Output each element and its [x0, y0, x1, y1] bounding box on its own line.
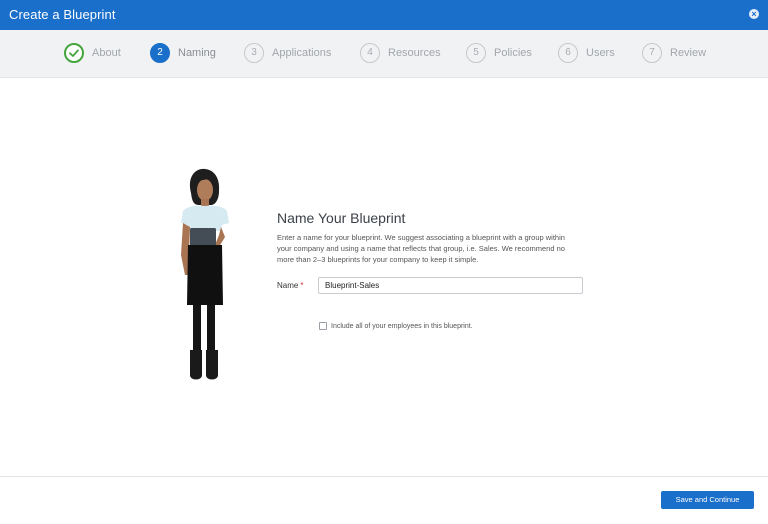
- step-review[interactable]: 7 Review: [642, 43, 706, 63]
- required-mark: *: [300, 281, 304, 290]
- step-label: Resources: [388, 47, 441, 59]
- step-number: 4: [360, 43, 380, 63]
- wizard-steps: About 2 Naming 3 Applications 4 Resource…: [0, 30, 768, 78]
- step-number: 6: [558, 43, 578, 63]
- close-icon[interactable]: ×: [749, 9, 759, 19]
- step-number: 3: [244, 43, 264, 63]
- step-applications[interactable]: 3 Applications: [244, 43, 331, 63]
- step-users[interactable]: 6 Users: [558, 43, 615, 63]
- step-resources[interactable]: 4 Resources: [360, 43, 441, 63]
- step-policies[interactable]: 5 Policies: [466, 43, 532, 63]
- title-bar: Create a Blueprint ×: [0, 0, 768, 30]
- page-description: Enter a name for your blueprint. We sugg…: [277, 233, 565, 264]
- check-icon: [64, 43, 84, 63]
- footer: Save and Continue: [0, 476, 768, 524]
- name-label: Name *: [277, 281, 303, 290]
- blueprint-name-input[interactable]: Blueprint-Sales: [318, 277, 583, 294]
- include-all-row[interactable]: Include all of your employees in this bl…: [319, 322, 473, 330]
- step-number: 7: [642, 43, 662, 63]
- person-illustration: [181, 168, 229, 380]
- step-label: Review: [670, 47, 707, 59]
- include-all-label: Include all of your employees in this bl…: [331, 322, 473, 330]
- page-heading: Name Your Blueprint: [277, 210, 406, 226]
- include-all-checkbox[interactable]: [319, 322, 327, 330]
- name-label-text: Name: [277, 281, 299, 290]
- step-about[interactable]: About: [64, 43, 121, 63]
- step-number: 2: [150, 43, 170, 63]
- step-number: 5: [466, 43, 486, 63]
- step-label: Policies: [494, 47, 532, 59]
- save-and-continue-button[interactable]: Save and Continue: [661, 491, 754, 509]
- step-label: Naming: [178, 47, 216, 59]
- window-title: Create a Blueprint: [9, 7, 116, 22]
- step-label: Users: [586, 47, 615, 59]
- step-label: Applications: [272, 47, 332, 59]
- step-naming[interactable]: 2 Naming: [150, 43, 216, 63]
- step-label: About: [92, 47, 121, 59]
